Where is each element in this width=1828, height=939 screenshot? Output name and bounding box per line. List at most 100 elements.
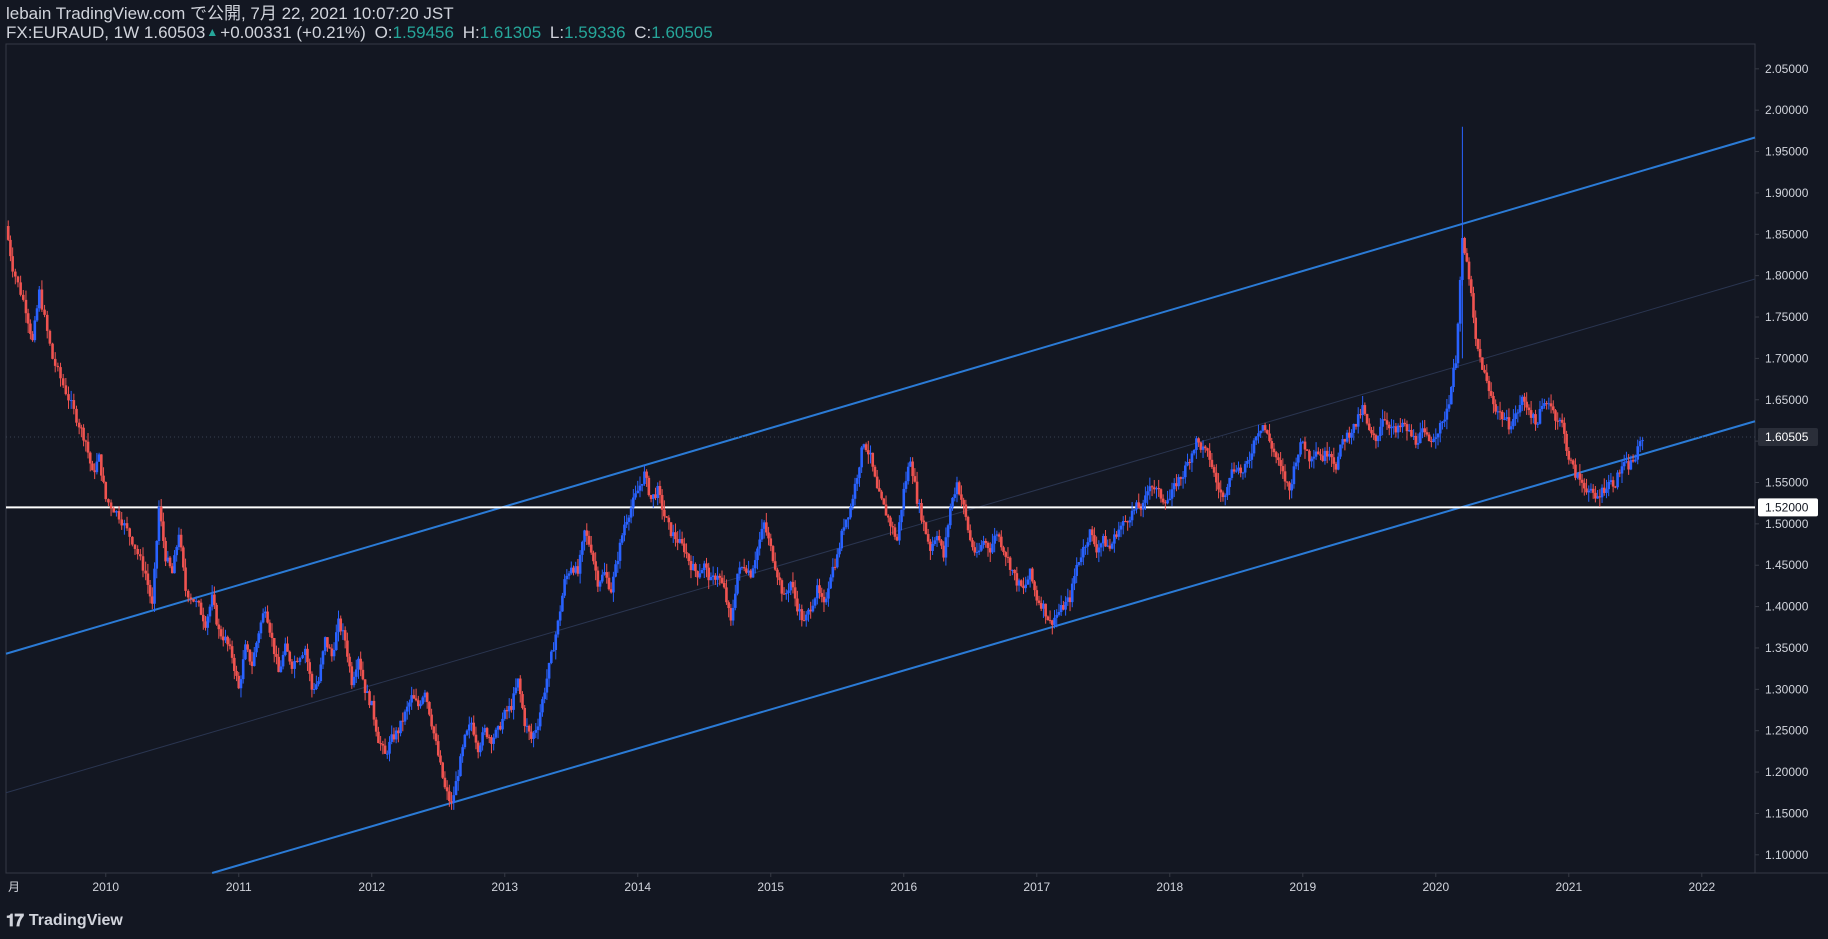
candle-body	[1215, 472, 1218, 483]
time-axis[interactable]: 月 2010 2011 2012 2013 2014 2015 2016 2017 2018 201…	[8, 873, 1715, 894]
candle-body	[627, 517, 631, 522]
candle-body	[151, 596, 154, 604]
candle-body	[771, 546, 775, 562]
candle-body	[1019, 580, 1023, 586]
candle-body	[818, 585, 821, 594]
candle-body	[982, 541, 985, 545]
time-tick-label: 2022	[1688, 880, 1715, 894]
candle-body	[920, 503, 923, 521]
candle-body	[1077, 562, 1081, 565]
candle-body	[246, 644, 249, 650]
candle-body	[72, 400, 76, 409]
candle-body	[1186, 461, 1189, 466]
candle-body	[1394, 426, 1398, 433]
candle-body	[1113, 534, 1116, 544]
candle-body	[1057, 612, 1061, 615]
candle-body	[259, 622, 263, 634]
candle-body	[166, 557, 170, 562]
candle-body	[14, 271, 17, 277]
time-tick-label: 2016	[890, 880, 917, 894]
time-tick-label: 2015	[757, 880, 784, 894]
candle-body	[893, 527, 897, 537]
candle-body	[1354, 424, 1358, 427]
candle-body	[878, 488, 881, 492]
candle-body	[381, 743, 385, 746]
lower-channel[interactable]	[211, 420, 1756, 874]
candle-body	[1308, 450, 1311, 462]
candle-body	[268, 622, 272, 633]
candle-body	[1161, 498, 1165, 503]
candle-body	[1432, 438, 1435, 442]
upper-channel[interactable]	[5, 136, 1756, 655]
candle-body	[1636, 446, 1640, 460]
candle-body	[459, 756, 462, 777]
candle-body	[1445, 408, 1449, 420]
candle-body	[971, 540, 974, 548]
candle-body	[745, 568, 748, 573]
price-chart[interactable]: 2.05000 2.00000 1.95000 1.90000 1.85000 1.800…	[0, 0, 1828, 939]
candle-body	[436, 741, 440, 756]
candle-body	[1234, 470, 1238, 472]
drawing-layer[interactable]	[5, 136, 1756, 874]
low-label: L:	[549, 23, 565, 42]
candle-body	[1059, 605, 1063, 613]
candle-body	[623, 524, 626, 536]
candle-body	[403, 711, 407, 722]
candle-body	[24, 299, 28, 314]
candle-body	[405, 706, 409, 712]
candle-body	[660, 494, 664, 510]
channel-midline[interactable]	[5, 278, 1756, 794]
candle-body	[820, 593, 824, 597]
candle-body	[374, 719, 378, 732]
candle-body	[776, 569, 779, 578]
footer-brand[interactable]: 𝟏𝟕 TradingView	[6, 911, 123, 931]
candle-body	[432, 726, 436, 734]
candle-body	[915, 481, 919, 504]
candle-body	[1197, 438, 1200, 443]
candle-body	[388, 741, 391, 754]
candle-body	[1529, 410, 1533, 418]
candle-body	[173, 555, 176, 574]
candle-body	[228, 644, 232, 647]
candle-body	[862, 444, 866, 448]
ohlc-legend[interactable]: FX:EURAUD, 1W 1.60503▲ +0.00331 (+0.21%) …	[6, 23, 713, 42]
candle-body	[175, 547, 178, 556]
candle-body	[56, 365, 60, 368]
candle-body	[1392, 426, 1395, 428]
time-tick-label: 2018	[1156, 880, 1183, 894]
candle-body	[1496, 411, 1500, 413]
candle-body	[1028, 568, 1032, 580]
candle-body	[530, 731, 533, 739]
candle-body	[219, 629, 223, 637]
candle-body	[727, 602, 730, 609]
candle-body	[891, 526, 894, 528]
candle-body	[80, 427, 83, 429]
candle-body	[707, 567, 711, 581]
candle-body	[1239, 467, 1243, 473]
candle-body	[264, 611, 267, 614]
candle-body	[1441, 421, 1444, 423]
price-tick-label: 1.70000	[1765, 351, 1809, 365]
candle-body	[906, 466, 910, 482]
candle-body	[884, 504, 888, 516]
plot-border	[5, 43, 1756, 874]
candle-body	[100, 454, 103, 476]
candle-body	[350, 666, 354, 686]
symbol-label[interactable]: FX:EURAUD, 1W	[6, 23, 139, 42]
candle-body	[860, 447, 863, 468]
candle-body	[1217, 482, 1220, 490]
price-tick-label: 1.65000	[1765, 393, 1809, 407]
time-tick-label: 2021	[1555, 880, 1582, 894]
candle-body	[620, 535, 624, 543]
candle-body	[1520, 396, 1524, 406]
candle-body	[1547, 403, 1551, 405]
candle-body	[1525, 401, 1528, 408]
last-price: 1.60503	[143, 23, 206, 42]
candle-body	[1261, 425, 1265, 431]
candle-body	[1088, 529, 1092, 543]
price-axis[interactable]: 2.05000 2.00000 1.95000 1.90000 1.85000 1.800…	[1755, 62, 1818, 862]
candle-body	[26, 313, 30, 324]
open-label: O:	[374, 23, 393, 42]
candle-body	[1297, 454, 1300, 463]
candle-body	[275, 654, 278, 657]
